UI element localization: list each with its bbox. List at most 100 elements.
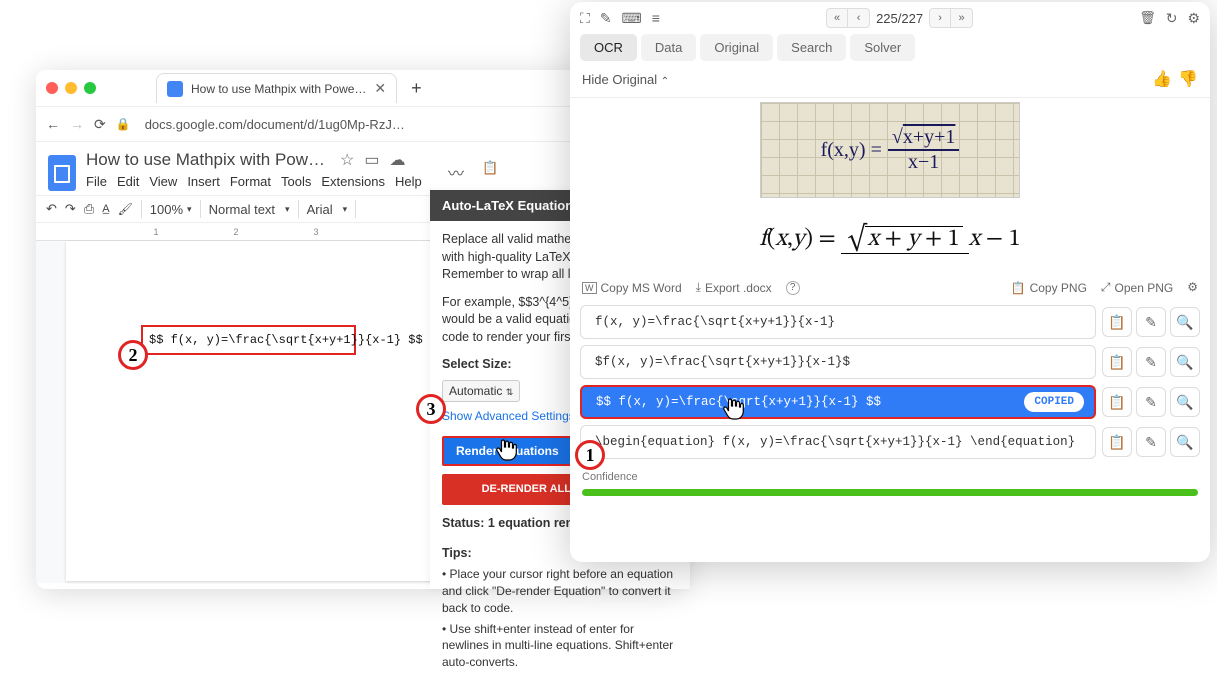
tab-title: How to use Mathpix with Powe… <box>191 82 366 96</box>
result-latex-display[interactable]: $$ f(x, y)=\frac{\sqrt{x+y+1}}{x-1} $$ C… <box>580 385 1096 419</box>
crop-icon[interactable]: ⛶ <box>580 10 590 27</box>
copy-icon[interactable]: 📋 <box>1102 307 1132 337</box>
edit-icon[interactable]: ✎ <box>1136 307 1166 337</box>
print-icon[interactable]: ⎙ <box>84 201 94 217</box>
copy-png[interactable]: 📋Copy PNG <box>1011 280 1087 295</box>
menu-view[interactable]: View <box>149 174 177 189</box>
annotation-1: 1 <box>575 440 605 470</box>
tab-solver[interactable]: Solver <box>850 34 915 61</box>
edit-icon[interactable]: ✎ <box>1136 347 1166 377</box>
menu-tools[interactable]: Tools <box>281 174 311 189</box>
thumbs-up-icon[interactable]: 👍 <box>1152 69 1172 89</box>
hide-original-toggle[interactable]: Hide Original ⌃ <box>582 72 669 87</box>
doc-title[interactable]: How to use Mathpix with PowerP… <box>86 150 326 170</box>
docs-sidepanel-icons: 〰 📋 <box>448 160 498 184</box>
pager-first[interactable]: « <box>826 8 848 28</box>
tip-2: • Use shift+enter instead of enter for n… <box>442 621 678 671</box>
url-text[interactable]: docs.google.com/document/d/1ug0Mp-RzJ… <box>145 117 597 132</box>
copy-icon[interactable]: 📋 <box>1102 387 1132 417</box>
menu-extensions[interactable]: Extensions <box>321 174 385 189</box>
copied-badge: COPIED <box>1024 392 1084 412</box>
zoom-icon[interactable]: 🔍 <box>1170 387 1200 417</box>
tab-search[interactable]: Search <box>777 34 846 61</box>
paint-format-icon[interactable]: 🖌 <box>118 202 133 216</box>
export-help-icon[interactable]: ? <box>786 281 800 295</box>
equation-textbox[interactable]: $$ f(x, y)=\frac{\sqrt{x+y+1}}{x-1} $$ <box>141 325 356 355</box>
equation-text: $$ f(x, y)=\frac{\sqrt{x+y+1}}{x-1} $$ <box>149 333 423 347</box>
results-list: f(x, y)=\frac{\sqrt{x+y+1}}{x-1} 📋 ✎ 🔍 $… <box>570 305 1210 467</box>
render-equations-button[interactable]: Render Equations <box>442 436 573 466</box>
pager-count: 225/227 <box>876 11 923 26</box>
export-settings-icon[interactable]: ⚙ <box>1187 280 1198 295</box>
close-window[interactable] <box>46 82 58 94</box>
tab-original[interactable]: Original <box>700 34 773 61</box>
minimize-window[interactable] <box>65 82 77 94</box>
back-icon[interactable]: ← <box>46 116 60 132</box>
confidence-bar <box>582 489 1198 496</box>
pager: «‹ 225/227 ›» <box>826 8 973 28</box>
zoom-icon[interactable]: 🔍 <box>1170 347 1200 377</box>
document-page[interactable] <box>66 241 446 581</box>
undo-icon[interactable]: ↶ <box>46 201 57 217</box>
menu-insert[interactable]: Insert <box>187 174 220 189</box>
zoom-select[interactable]: 100%▾ <box>150 202 192 217</box>
trash-icon[interactable]: 🗑 <box>1139 10 1156 26</box>
zoom-icon[interactable]: 🔍 <box>1170 307 1200 337</box>
new-tab-button[interactable]: + <box>411 78 422 99</box>
refresh-icon[interactable]: ⟳ <box>94 116 106 133</box>
pen-icon[interactable]: ✎ <box>600 10 612 27</box>
docs-favicon <box>167 81 183 97</box>
edit-icon[interactable]: ✎ <box>1136 427 1166 457</box>
thumbs-down-icon[interactable]: 👎 <box>1178 69 1198 89</box>
tip-1: • Place your cursor right before an equa… <box>442 566 678 616</box>
docs-logo[interactable] <box>48 155 76 191</box>
cloud-icon[interactable]: ☁ <box>389 150 405 170</box>
browser-tab[interactable]: How to use Mathpix with Powe… ✕ <box>156 73 397 103</box>
keyboard-icon[interactable]: ⌨ <box>622 10 642 27</box>
result-latex-plain[interactable]: f(x, y)=\frac{\sqrt{x+y+1}}{x-1} <box>580 305 1096 339</box>
size-select[interactable]: Automatic ⇅ <box>442 380 520 403</box>
menu-file[interactable]: File <box>86 174 107 189</box>
copy-icon[interactable]: 📋 <box>1102 347 1132 377</box>
export-row: WCopy MS Word ⤓Export .docx ? 📋Copy PNG … <box>570 274 1210 305</box>
result-row: \begin{equation} f(x, y)=\frac{\sqrt{x+y… <box>580 425 1200 459</box>
export-docx[interactable]: ⤓Export .docx <box>696 280 772 295</box>
zoom-icon[interactable]: 🔍 <box>1170 427 1200 457</box>
handwritten-equation: f(x,y) = √x+y+1x−1 <box>761 103 1019 197</box>
open-png[interactable]: ⤢Open PNG <box>1101 280 1173 295</box>
menu-help[interactable]: Help <box>395 174 422 189</box>
pager-next[interactable]: › <box>929 8 951 28</box>
result-latex-inline[interactable]: $f(x, y)=\frac{\sqrt{x+y+1}}{x-1}$ <box>580 345 1096 379</box>
copy-msword[interactable]: WCopy MS Word <box>582 281 682 295</box>
size-label: Select Size: <box>442 356 511 374</box>
result-latex-equation-env[interactable]: \begin{equation} f(x, y)=\frac{\sqrt{x+y… <box>580 425 1096 459</box>
forward-icon[interactable]: → <box>70 116 84 132</box>
menu-format[interactable]: Format <box>230 174 271 189</box>
result-row-selected: $$ f(x, y)=\frac{\sqrt{x+y+1}}{x-1} $$ C… <box>580 385 1200 419</box>
spellcheck-icon[interactable]: A̲ <box>102 203 109 215</box>
clipboard-icon[interactable]: 📋 <box>482 160 498 184</box>
pager-last[interactable]: » <box>951 8 973 28</box>
close-tab-icon[interactable]: ✕ <box>374 80 386 97</box>
maximize-window[interactable] <box>84 82 96 94</box>
style-select[interactable]: Normal text▾ <box>209 202 290 217</box>
annotation-3: 3 <box>416 394 446 424</box>
font-select[interactable]: Arial▾ <box>307 202 348 217</box>
move-folder-icon[interactable]: ▭ <box>364 150 379 170</box>
advanced-settings-link[interactable]: Show Advanced Settings <box>442 409 575 423</box>
copy-icon[interactable]: 📋 <box>1102 427 1132 457</box>
tab-ocr[interactable]: OCR <box>580 34 637 61</box>
settings-icon[interactable]: ⚙ <box>1187 10 1200 27</box>
explore-icon[interactable]: 〰 <box>448 160 464 184</box>
window-controls <box>46 82 96 94</box>
redo-icon[interactable]: ↷ <box>65 201 76 217</box>
menu-edit[interactable]: Edit <box>117 174 139 189</box>
edit-icon[interactable]: ✎ <box>1136 387 1166 417</box>
mathpix-panel: ⛶ ✎ ⌨ ≡ «‹ 225/227 ›» 🗑 ↻ ⚙ OCR Data Ori… <box>570 2 1210 562</box>
pager-prev[interactable]: ‹ <box>848 8 870 28</box>
reload-icon[interactable]: ↻ <box>1166 10 1178 27</box>
align-icon[interactable]: ≡ <box>652 10 660 26</box>
tab-data[interactable]: Data <box>641 34 696 61</box>
star-icon[interactable]: ☆ <box>340 150 354 170</box>
confidence-label: Confidence <box>570 467 1210 483</box>
